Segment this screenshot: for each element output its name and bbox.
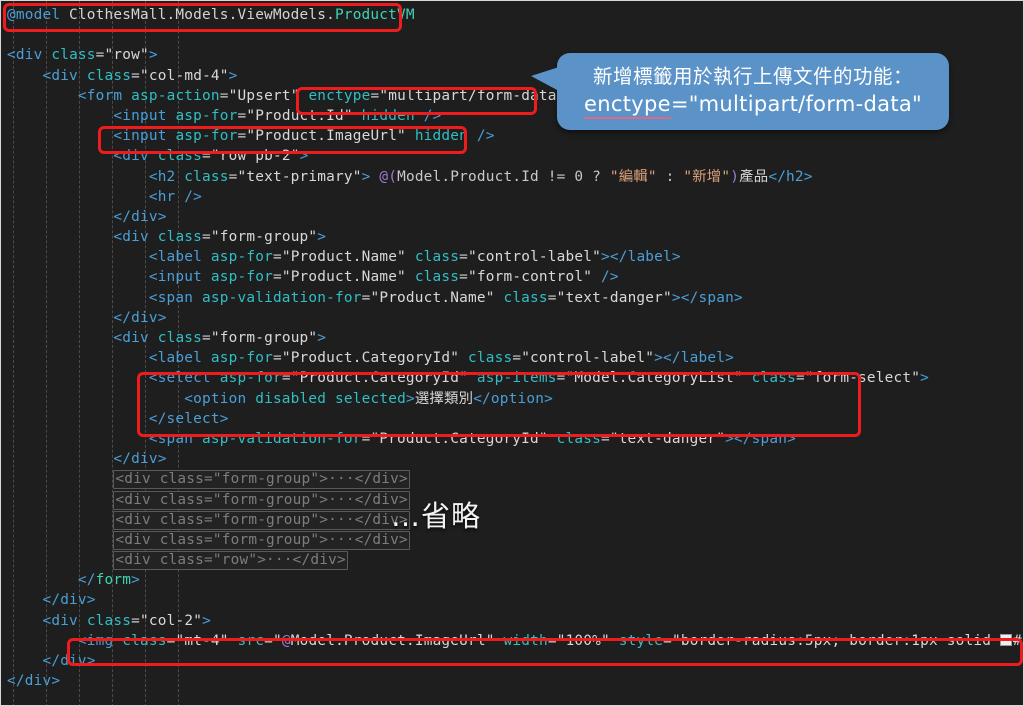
code-line-option-placeholder: <option disabled selected>選擇類別</option> [184, 390, 553, 407]
collapsed-region[interactable]: <div class="form-group">···</div> [113, 490, 410, 510]
callout-enctype-value: ="multipart/form-data" [670, 92, 922, 116]
code-line-collapsed-formgroup-2[interactable]: <div class="form-group">···</div> [1, 490, 1023, 510]
collapsed-region[interactable]: <div class="form-group">···</div> [113, 530, 410, 550]
code-line-select-close: </select> [148, 410, 229, 427]
code-line-label-category: <label asp-for="Product.CategoryId" clas… [148, 350, 734, 367]
collapsed-region[interactable]: <div class="form-group">···</div> [113, 470, 410, 490]
code-line-select-open: <select asp-for="Product.CategoryId" asp… [148, 370, 929, 387]
code-line-collapsed-formgroup-1[interactable]: <div class="form-group">···</div> [1, 469, 1023, 490]
code-line-hr: <hr /> [148, 188, 203, 205]
razor-expression-open: @( [379, 168, 398, 185]
callout-enctype-keyword: enctype [584, 92, 671, 119]
razor-model-keyword: @model [7, 7, 61, 23]
code-line-div-close-2: </div> [113, 309, 167, 326]
h2-suffix-text: 產品 [739, 168, 769, 185]
code-line-collapsed-formgroup-3[interactable]: <div class="form-group">···</div> [1, 510, 1023, 530]
code-line-div-close-4: </div> [42, 592, 96, 609]
collapsed-region[interactable]: <div class="form-group">···</div> [113, 510, 410, 530]
code-line-formgroup-category-open: <div class="form-group"> [113, 330, 327, 346]
code-line-span-validation-category: <span asp-validation-for="Product.Catego… [148, 430, 796, 447]
code-line-formgroup-name-open: <div class="form-group"> [113, 229, 327, 246]
callout-tail-icon [531, 67, 559, 91]
code-line-div-close-5: </div> [42, 653, 96, 669]
option-label-text: 選擇類別 [414, 390, 474, 407]
razor-expression-close: ) [730, 168, 740, 185]
code-line-input-product-name: <input asp-for="Product.Name" class="for… [148, 269, 619, 286]
code-line-div-close-6: </div> [7, 673, 61, 690]
code-screenshot: @model ClothesMall.Models.ViewModels.Pro… [0, 0, 1024, 706]
code-line-h2-title: <h2 class="text-primary"> @(Model.Produc… [148, 168, 813, 185]
collapsed-region[interactable]: <div class="row">···</div> [113, 551, 348, 571]
code-line-form-close: </form> [77, 572, 140, 589]
razor-ternary-colon: : [656, 168, 684, 185]
model-type-name: ProductVM [334, 7, 415, 23]
code-line-model-directive: @model ClothesMall.Models.ViewModels.Pro… [1, 5, 1023, 25]
callout-line-2: enctype="multipart/form-data" [571, 90, 935, 119]
code-line-div-row-pb2-open: <div class="row pb-2"> [113, 148, 309, 165]
code-line-div-col2-open: <div class="col-2"> [42, 612, 211, 629]
omission-note: …省略 [391, 499, 482, 533]
razor-string-edit: "編輯" [609, 168, 657, 185]
code-line-span-validation-name: <span asp-validation-for="Product.Name" … [148, 289, 743, 306]
img-border-color-value: #bbb9b9 [1012, 632, 1023, 649]
annotation-callout: 新增標籤用於執行上傳文件的功能： enctype="multipart/form… [531, 53, 949, 130]
color-swatch-icon [999, 633, 1012, 646]
code-line-collapsed-formgroup-4[interactable]: <div class="form-group">···</div> [1, 530, 1023, 550]
razor-condition: Model.Product.Id != 0 ? [397, 168, 610, 185]
code-line-collapsed-row[interactable]: <div class="row">···</div> [1, 550, 1023, 571]
razor-string-new: "新增" [683, 168, 731, 185]
code-line-div-close-3: </div> [113, 451, 167, 468]
callout-line-1: 新增標籤用於執行上傳文件的功能： [592, 65, 913, 88]
code-line-label-product-name: <label asp-for="Product.Name" class="con… [148, 249, 681, 266]
code-line-img-tag: <img class="mt-4" src="@Model.Product.Im… [1, 631, 1023, 651]
model-namespace: ClothesMall.Models.ViewModels. [60, 7, 335, 23]
code-line-div-close-1: </div> [113, 208, 167, 225]
